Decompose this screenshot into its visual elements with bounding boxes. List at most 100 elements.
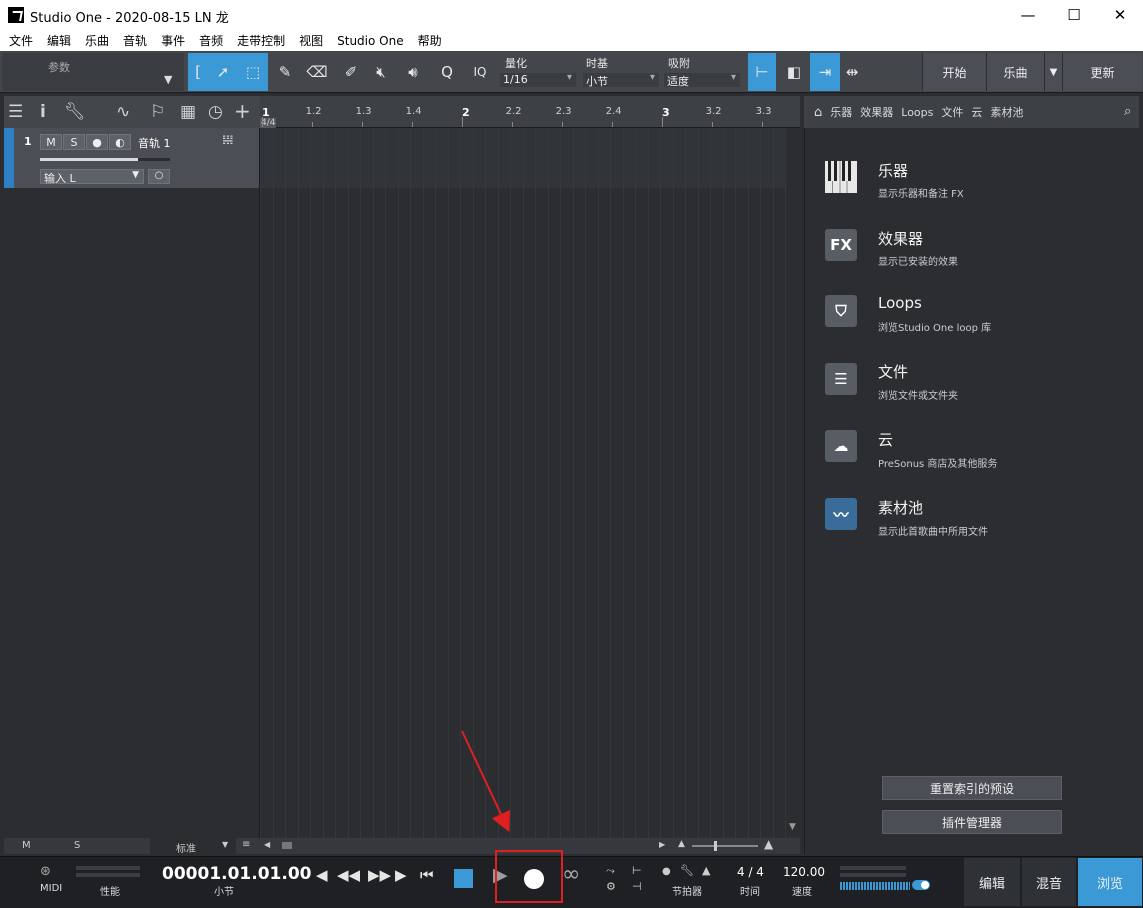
mute-tool-icon[interactable]: 🔇︎ (366, 53, 396, 91)
zoom-slider[interactable] (692, 841, 758, 851)
track-row[interactable]: 1 M S ● ◐ 音轨 1 𝍐 输入 L ▼ ○ (4, 128, 259, 188)
loop-shield-icon[interactable]: ⛉ (825, 295, 857, 327)
arrow-tool-icon[interactable]: ➚ (208, 53, 238, 91)
params-panel[interactable]: 参数 ▼ (2, 53, 184, 91)
fast-forward-icon[interactable]: ▶▶ (368, 866, 391, 884)
range-bracket-icon[interactable]: [ (188, 53, 208, 91)
add-track-icon[interactable]: + (234, 99, 251, 123)
track-mute-button[interactable]: M (40, 134, 62, 150)
cloud-icon[interactable]: ☁ (825, 430, 857, 462)
menu-track[interactable]: 音轨 (116, 32, 154, 49)
quantize-q-icon[interactable]: Q (432, 53, 462, 91)
menu-song[interactable]: 乐曲 (78, 32, 116, 49)
tab-instruments[interactable]: 乐器 (826, 104, 856, 120)
update-button[interactable]: 更新 (1062, 53, 1142, 91)
track-input-monitor-icon[interactable]: ○ (148, 169, 170, 184)
range-tool-icon[interactable]: ⬚ (238, 53, 268, 91)
close-button[interactable]: ✕ (1097, 0, 1143, 30)
track-solo-button[interactable]: S (63, 134, 85, 150)
menu-file[interactable]: 文件 (2, 32, 40, 49)
wrench-icon[interactable]: 🔧︎ (64, 102, 86, 122)
browser-item-instruments-title[interactable]: 乐器 (878, 160, 908, 181)
transport-settings-gear-icon[interactable]: ⚙ (606, 880, 616, 893)
piano-icon[interactable] (825, 161, 857, 193)
search-icon[interactable]: ⌕ (1120, 104, 1135, 119)
reindex-presets-button[interactable]: 重置索引的预设 (882, 776, 1062, 800)
rewind-icon[interactable]: ◀◀ (337, 866, 360, 884)
params-dropdown-icon[interactable]: ▼ (164, 73, 172, 86)
track-monitor-icon[interactable]: ◐ (109, 134, 131, 150)
browser-item-loops-title[interactable]: Loops (878, 294, 922, 312)
track-volume-slider[interactable] (40, 158, 170, 161)
precount-icon[interactable]: ⤳ (606, 864, 615, 878)
track-height-dropdown[interactable]: 标准 ▼ (150, 838, 236, 855)
scroll-down-icon[interactable]: ▼ (789, 822, 796, 832)
menu-audio[interactable]: 音频 (192, 32, 230, 49)
chord-grid-icon[interactable]: ▦ (180, 102, 196, 122)
return-to-zero-icon[interactable]: ⏮︎ (420, 866, 434, 884)
menu-studio-one[interactable]: Studio One (330, 34, 410, 48)
browser-item-pool-title[interactable]: 素材池 (878, 497, 923, 518)
snap-to-grid-icon[interactable]: ⊢ (748, 53, 776, 91)
global-mute-button[interactable]: M (22, 840, 31, 851)
eraser-tool-icon[interactable]: ⌫ (302, 53, 332, 91)
snap-to-event-icon[interactable]: ◧ (780, 53, 808, 91)
menu-transport[interactable]: 走带控制 (230, 32, 292, 49)
tab-files[interactable]: 文件 (937, 104, 967, 120)
automation-icon[interactable]: ∿ (116, 102, 130, 122)
mix-page-button[interactable]: 混音 (1022, 858, 1076, 906)
loop-icon[interactable]: ∞ (562, 862, 580, 887)
position-display[interactable]: 00001.01.01.00 (162, 864, 312, 884)
horizontal-scroll-thumb[interactable] (282, 842, 292, 849)
master-volume-meter[interactable] (840, 882, 910, 890)
global-solo-button[interactable]: S (74, 840, 80, 851)
tab-loops[interactable]: Loops (897, 106, 937, 119)
punch-in-icon[interactable]: ⊢ (632, 864, 642, 877)
autoscroll-icon[interactable]: ⇥ (810, 53, 840, 91)
maximize-button[interactable]: ☐ (1051, 0, 1097, 30)
browser-item-cloud-title[interactable]: 云 (878, 429, 893, 450)
inspector-icon[interactable]: i (40, 102, 46, 122)
split-tool-icon[interactable]: ✎ (270, 53, 300, 91)
follow-edit-icon[interactable]: ⇹ (842, 53, 862, 91)
iq-button[interactable]: IQ (466, 53, 494, 91)
quantize-dropdown[interactable]: 1/16 (500, 72, 576, 87)
metronome-toggle-icon[interactable]: ● (662, 866, 671, 877)
browser-item-effects-title[interactable]: 效果器 (878, 228, 923, 249)
start-page-button[interactable]: 开始 (922, 53, 986, 91)
vertical-scrollbar[interactable]: ▼ (786, 128, 800, 836)
menu-view[interactable]: 视图 (292, 32, 330, 49)
browse-page-button[interactable]: 浏览 (1078, 858, 1142, 906)
menu-event[interactable]: 事件 (154, 32, 192, 49)
menu-help[interactable]: 帮助 (411, 32, 449, 49)
timeline-ruler[interactable]: 4/4 1 1.2 1.3 1.4 2 2.2 2.3 2.4 3 3.2 3.3 (260, 96, 800, 128)
browser-item-files-title[interactable]: 文件 (878, 361, 908, 382)
stop-button-icon[interactable] (454, 869, 473, 888)
punch-out-icon[interactable]: ⊣ (632, 880, 642, 893)
song-dropdown-icon[interactable]: ▼ (1044, 53, 1062, 91)
tab-pool[interactable]: 素材池 (986, 104, 1027, 120)
tab-cloud[interactable]: 云 (967, 104, 986, 120)
edit-page-button[interactable]: 编辑 (964, 858, 1020, 906)
arrange-view[interactable] (260, 128, 800, 838)
track-list-icon[interactable]: ☰ (8, 102, 23, 122)
plugin-manager-button[interactable]: 插件管理器 (882, 810, 1062, 834)
track-lane[interactable] (260, 128, 800, 188)
time-signature-display[interactable]: 4 / 4 (737, 865, 764, 879)
track-name[interactable]: 音轨 1 (138, 135, 171, 151)
tempo-clock-icon[interactable]: ◷ (208, 102, 223, 122)
zoom-out-icon[interactable]: ▲ (678, 839, 685, 849)
timebase-dropdown[interactable]: 小节 (583, 72, 659, 88)
listen-tool-icon[interactable]: 🔊︎ (398, 53, 428, 91)
file-list-icon[interactable]: ☰ (825, 363, 857, 395)
metronome-settings-icon[interactable]: 🔧︎ (680, 864, 694, 877)
marker-flag-icon[interactable]: ⚐ (150, 102, 165, 122)
zoom-in-icon[interactable]: ▲ (764, 837, 773, 851)
list-toggle-icon[interactable]: ≡ (242, 839, 250, 850)
tab-effects[interactable]: 效果器 (856, 104, 897, 120)
paint-tool-icon[interactable]: ✐ (336, 53, 366, 91)
song-button[interactable]: 乐曲 (986, 53, 1044, 91)
skip-forward-icon[interactable]: ▶ (395, 866, 407, 884)
fx-icon[interactable]: FX (825, 229, 857, 261)
skip-back-icon[interactable]: ◀ (316, 866, 328, 884)
